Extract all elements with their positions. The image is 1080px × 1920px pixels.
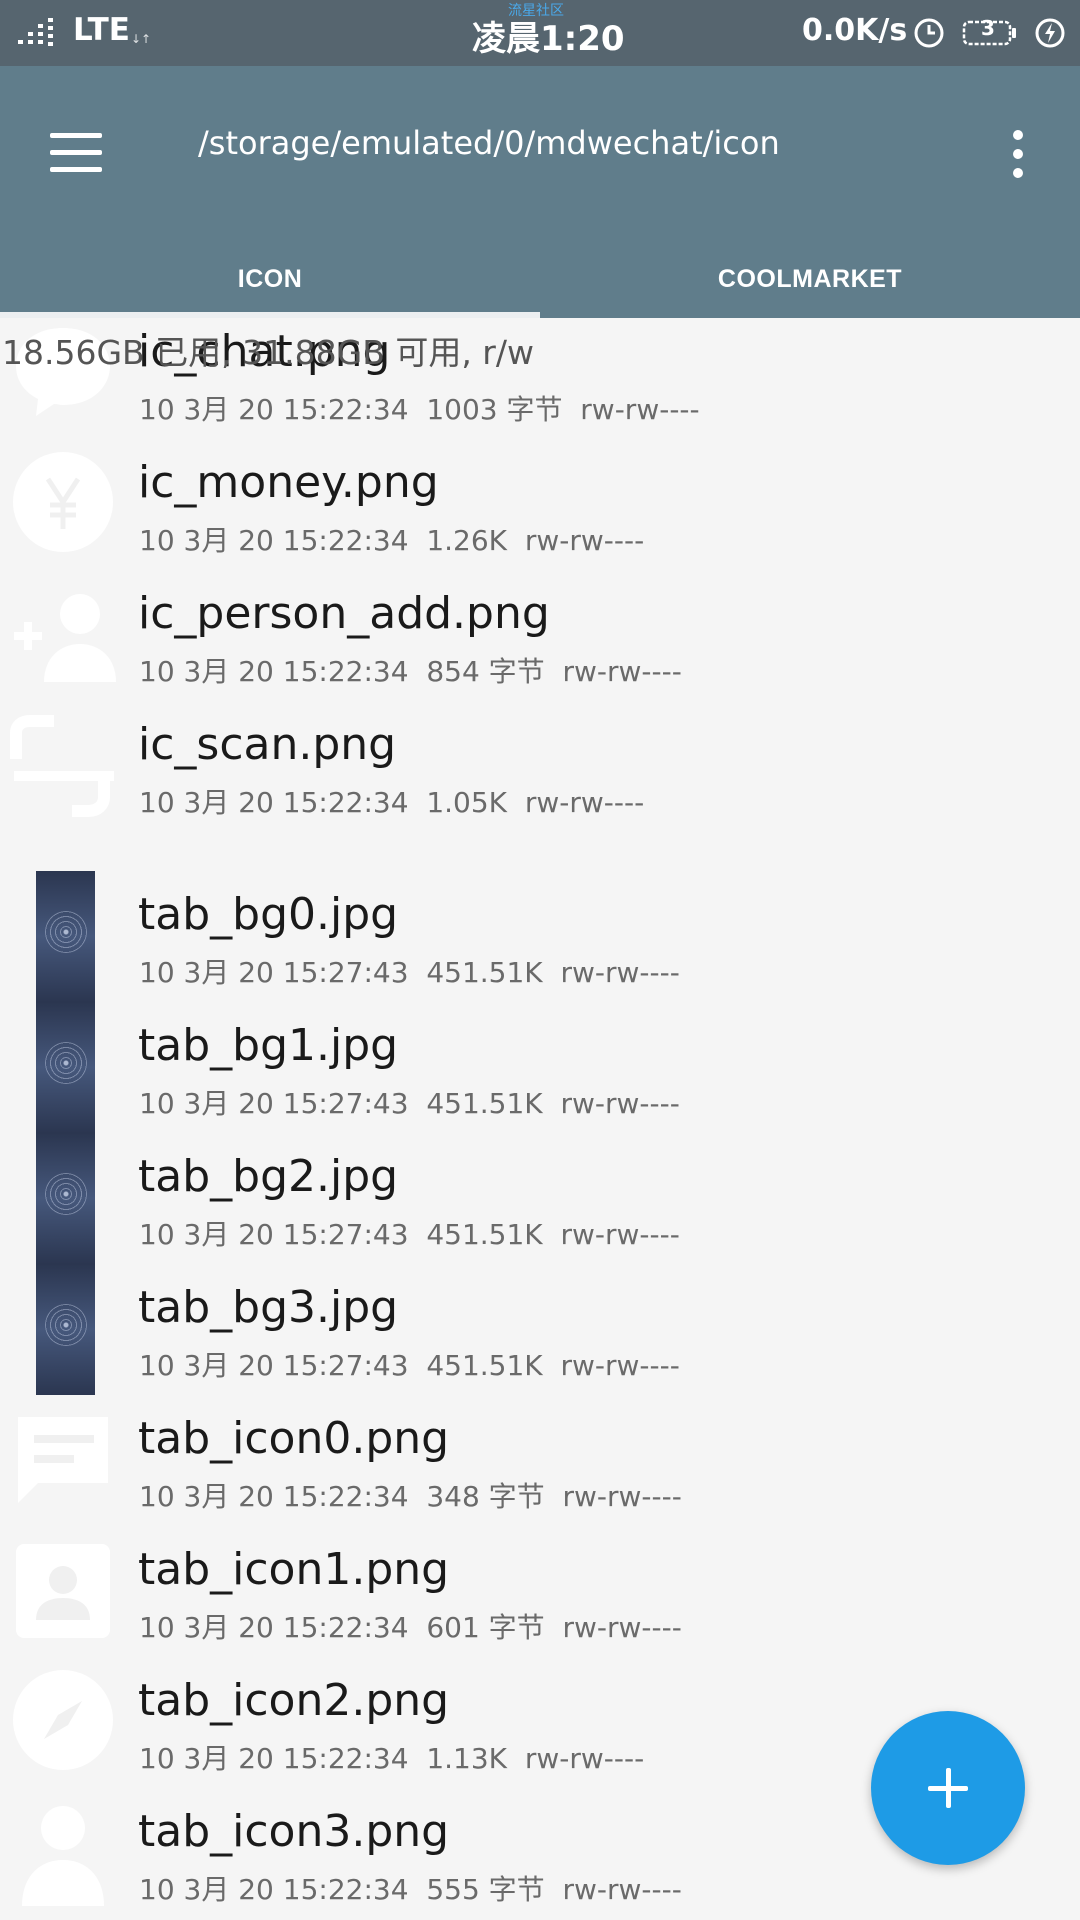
yen-icon [13, 452, 113, 552]
current-path: /storage/emulated/0/mdwechat/icon [198, 124, 780, 162]
file-meta: 10 3月 20 15:22:34 1.13K rw-rw---- [139, 1742, 645, 1775]
file-meta: 10 3月 20 15:22:34 555 字节 rw-rw---- [139, 1873, 682, 1906]
file-meta: 10 3月 20 15:22:34 854 字节 rw-rw---- [139, 655, 682, 688]
file-name: tab_icon2.png [138, 1675, 450, 1726]
contact-card-icon [16, 1544, 110, 1638]
compass-icon [13, 1670, 113, 1770]
file-meta: 10 3月 20 15:27:43 451.51K rw-rw---- [139, 1087, 680, 1120]
file-meta: 10 3月 20 15:27:43 451.51K rw-rw---- [139, 1218, 680, 1251]
signal-icon [18, 18, 53, 46]
file-name: ic_scan.png [138, 719, 397, 770]
hamburger-menu-icon[interactable] [40, 116, 112, 188]
file-meta: 10 3月 20 15:22:34 348 字节 rw-rw---- [139, 1480, 682, 1513]
add-button[interactable] [871, 1711, 1025, 1865]
storage-info: 18.56GB 已用, 31.88GB 可用, r/w [2, 333, 534, 372]
list-item[interactable]: tab_bg3.jpg 10 3月 20 15:27:43 451.51K rw… [0, 1264, 1080, 1395]
network-type: LTE [73, 12, 130, 48]
file-name: tab_icon3.png [138, 1806, 450, 1857]
list-item[interactable]: ic_money.png 10 3月 20 15:22:34 1.26K rw-… [0, 439, 1080, 570]
tab-coolmarket[interactable]: COOLMARKET [540, 240, 1080, 318]
photo-thumbnail [36, 871, 95, 1002]
list-item[interactable]: ic_person_add.png 10 3月 20 15:22:34 854 … [0, 570, 1080, 701]
list-item[interactable]: tab_bg0.jpg 10 3月 20 15:27:43 451.51K rw… [0, 871, 1080, 1002]
list-item[interactable]: tab_bg1.jpg 10 3月 20 15:27:43 451.51K rw… [0, 1002, 1080, 1133]
message-icon [18, 1417, 108, 1503]
clock: 凌晨1:20 [472, 19, 625, 59]
file-meta: 10 3月 20 15:27:43 451.51K rw-rw---- [139, 1349, 680, 1382]
file-meta: 10 3月 20 15:22:34 1003 字节 rw-rw---- [139, 393, 700, 426]
plus-icon [928, 1768, 968, 1808]
status-bar: LTE ↓↑ 流星社区 凌晨1:20 0.0K/s 3 [0, 0, 1080, 66]
scan-icon [10, 715, 114, 817]
network-activity: ↓↑ [131, 32, 152, 46]
list-item[interactable]: tab_bg2.jpg 10 3月 20 15:27:43 451.51K rw… [0, 1133, 1080, 1264]
network-speed: 0.0K/s [802, 13, 908, 48]
file-name: ic_person_add.png [138, 588, 550, 639]
person-add-icon [14, 594, 116, 682]
person-icon [22, 1806, 104, 1906]
list-item[interactable]: tab_icon1.png 10 3月 20 15:22:34 601 字节 r… [0, 1526, 1080, 1657]
more-vertical-icon[interactable] [1000, 118, 1036, 190]
file-meta: 10 3月 20 15:22:34 1.26K rw-rw---- [139, 524, 645, 557]
file-name: tab_bg2.jpg [138, 1151, 399, 1202]
battery-level: 3 [981, 16, 995, 40]
photo-thumbnail [36, 1264, 95, 1395]
app-bar: /storage/emulated/0/mdwechat/icon ICON C… [0, 66, 1080, 318]
file-name: tab_icon1.png [138, 1544, 450, 1595]
list-item[interactable]: tab_icon0.png 10 3月 20 15:22:34 348 字节 r… [0, 1395, 1080, 1526]
file-name: tab_bg0.jpg [138, 889, 399, 940]
file-name: tab_bg1.jpg [138, 1020, 399, 1071]
alarm-icon [914, 18, 944, 48]
list-item[interactable]: ic_scan.png 10 3月 20 15:22:34 1.05K rw-r… [0, 701, 1080, 832]
file-meta: 10 3月 20 15:22:34 1.05K rw-rw---- [139, 786, 645, 819]
file-meta: 10 3月 20 15:22:34 601 字节 rw-rw---- [139, 1611, 682, 1644]
photo-thumbnail [36, 1002, 95, 1133]
file-list[interactable]: ic_chat.png 10 3月 20 15:22:34 1003 字节 rw… [0, 318, 1080, 1920]
file-name: tab_bg3.jpg [138, 1282, 399, 1333]
tab-bar: ICON COOLMARKET [0, 240, 1080, 318]
file-name: tab_icon0.png [138, 1413, 450, 1464]
charging-icon [1035, 18, 1065, 48]
tab-icon[interactable]: ICON [0, 240, 540, 318]
photo-thumbnail [36, 1133, 95, 1264]
file-meta: 10 3月 20 15:27:43 451.51K rw-rw---- [139, 956, 680, 989]
file-name: ic_money.png [138, 457, 439, 508]
